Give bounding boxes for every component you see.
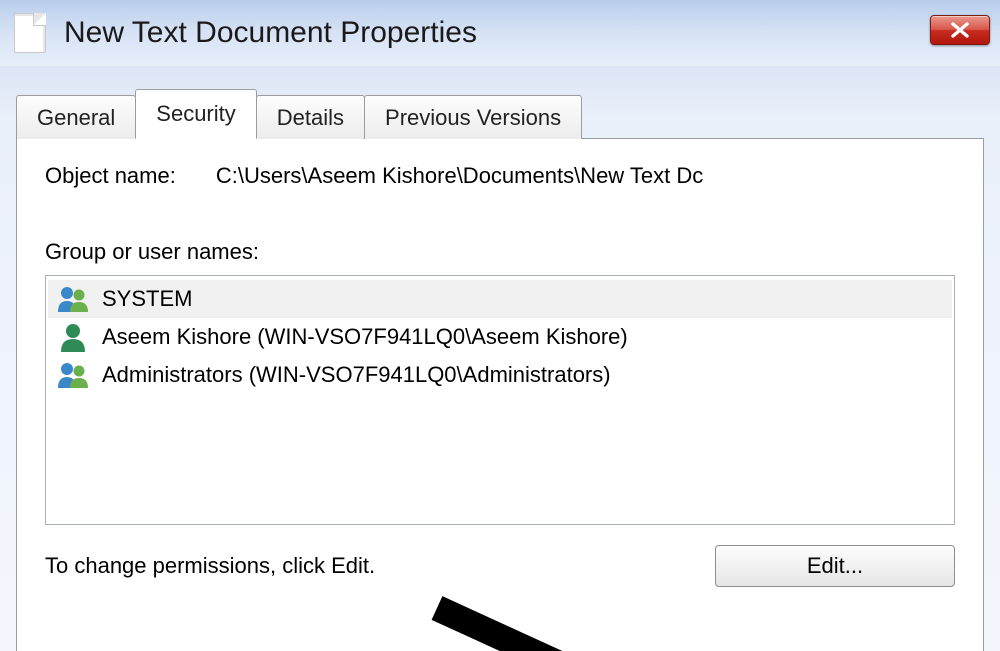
tab-security[interactable]: Security bbox=[135, 89, 256, 139]
object-name-row: Object name: C:\Users\Aseem Kishore\Docu… bbox=[45, 163, 955, 189]
close-button[interactable] bbox=[930, 15, 990, 45]
edit-hint: To change permissions, click Edit. bbox=[45, 553, 715, 579]
list-item-label: Aseem Kishore (WIN-VSO7F941LQ0\Aseem Kis… bbox=[102, 324, 628, 350]
file-icon bbox=[14, 13, 46, 53]
list-item[interactable]: Aseem Kishore (WIN-VSO7F941LQ0\Aseem Kis… bbox=[48, 318, 952, 356]
principals-listbox[interactable]: SYSTEM Aseem Kishore (WIN-VSO7F941LQ0\As… bbox=[45, 275, 955, 525]
edit-row: To change permissions, click Edit. Edit.… bbox=[45, 545, 955, 587]
tab-previous-versions[interactable]: Previous Versions bbox=[364, 95, 582, 139]
edit-button[interactable]: Edit... bbox=[715, 545, 955, 587]
list-item-label: SYSTEM bbox=[102, 286, 192, 312]
annotation-arrow-icon bbox=[417, 594, 717, 651]
title-bar: New Text Document Properties bbox=[0, 0, 1000, 66]
object-name-value: C:\Users\Aseem Kishore\Documents\New Tex… bbox=[216, 163, 703, 189]
tab-general[interactable]: General bbox=[16, 95, 136, 139]
list-item[interactable]: Administrators (WIN-VSO7F941LQ0\Administ… bbox=[48, 356, 952, 394]
object-name-label: Object name: bbox=[45, 163, 176, 189]
user-icon bbox=[56, 322, 90, 352]
group-icon bbox=[56, 360, 90, 390]
list-item[interactable]: SYSTEM bbox=[48, 280, 952, 318]
tab-strip: General Security Details Previous Versio… bbox=[16, 88, 984, 138]
list-item-label: Administrators (WIN-VSO7F941LQ0\Administ… bbox=[102, 362, 611, 388]
dialog-body: General Security Details Previous Versio… bbox=[0, 66, 1000, 651]
close-icon bbox=[949, 21, 971, 39]
group-user-label: Group or user names: bbox=[45, 239, 955, 265]
group-icon bbox=[56, 284, 90, 314]
window-title: New Text Document Properties bbox=[64, 16, 930, 50]
tab-page-security: Object name: C:\Users\Aseem Kishore\Docu… bbox=[16, 138, 984, 651]
tab-details[interactable]: Details bbox=[256, 95, 365, 139]
